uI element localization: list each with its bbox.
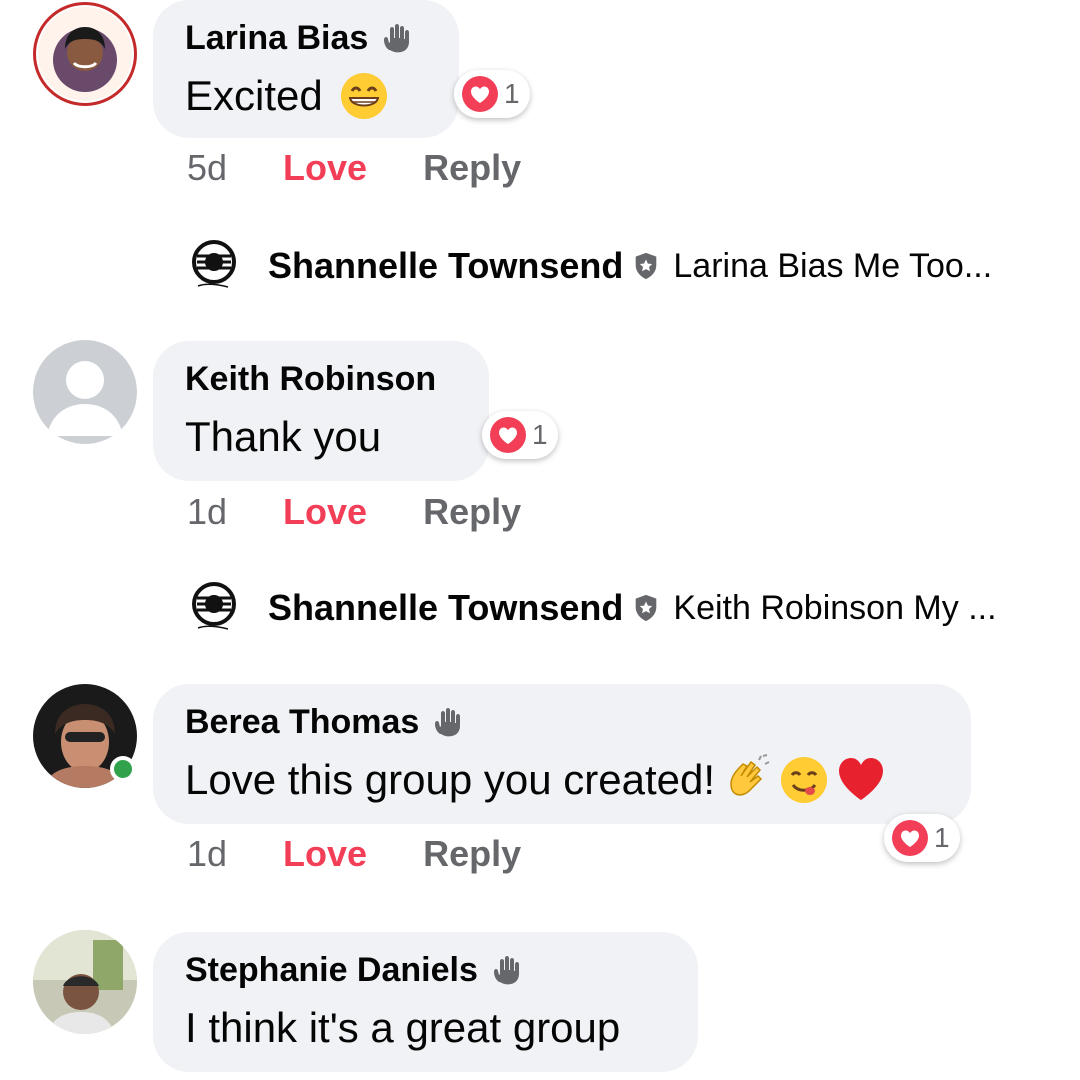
timestamp[interactable]: 5d xyxy=(187,147,227,189)
reply-button[interactable]: Reply xyxy=(423,491,521,533)
comment-bubble: Berea Thomas Love this group you created… xyxy=(153,684,971,824)
commenter-name-text[interactable]: Keith Robinson xyxy=(185,357,436,401)
commenter-name-text[interactable]: Larina Bias xyxy=(185,16,368,60)
reply-author[interactable]: Shannelle Townsend xyxy=(268,245,623,287)
avatar[interactable] xyxy=(33,340,137,444)
comment-text: Love this group you created! xyxy=(185,752,939,808)
comment-text: I think it's a great group xyxy=(185,1000,666,1056)
online-status-indicator xyxy=(110,756,136,782)
shield-star-icon xyxy=(631,593,661,623)
love-button[interactable]: Love xyxy=(283,147,367,189)
comment-text-content: Excited xyxy=(185,72,323,119)
comment-text-content: I think it's a great group xyxy=(185,1004,621,1051)
comment-actions: 5d Love Reply xyxy=(187,146,577,190)
love-button[interactable]: Love xyxy=(283,491,367,533)
reply-avatar[interactable] xyxy=(186,578,246,638)
reaction-count: 1 xyxy=(934,822,950,853)
wave-hand-icon xyxy=(490,954,522,986)
commenter-name[interactable]: Berea Thomas xyxy=(185,700,939,744)
love-button[interactable]: Love xyxy=(283,833,367,875)
clapping-hands-emoji-icon xyxy=(721,754,773,806)
reply-button[interactable]: Reply xyxy=(423,833,521,875)
commenter-name[interactable]: Keith Robinson xyxy=(185,357,457,401)
grinning-face-emoji-icon xyxy=(339,71,389,121)
comment-actions: 1d Love Reply xyxy=(187,490,577,534)
reply-avatar[interactable] xyxy=(186,236,246,296)
love-reaction-count[interactable]: 1 xyxy=(884,814,960,862)
comment-bubble: Larina Bias Excited xyxy=(153,0,459,138)
commenter-name-text[interactable]: Stephanie Daniels xyxy=(185,948,478,992)
reply-snippet[interactable]: Larina Bias Me Too... xyxy=(673,247,992,286)
comment-bubble: Keith Robinson Thank you xyxy=(153,341,489,481)
comment-bubble: Stephanie Daniels I think it's a great g… xyxy=(153,932,698,1072)
reaction-count: 1 xyxy=(504,78,520,109)
reply-preview[interactable]: Shannelle Townsend Keith Robinson My ... xyxy=(186,578,997,638)
shield-star-icon xyxy=(631,251,661,281)
wave-hand-icon xyxy=(431,706,463,738)
timestamp[interactable]: 1d xyxy=(187,833,227,875)
comment-text-content: Thank you xyxy=(185,413,382,460)
heart-reaction-icon xyxy=(460,74,500,114)
avatar[interactable] xyxy=(33,930,137,1034)
reply-author[interactable]: Shannelle Townsend xyxy=(268,587,623,629)
timestamp[interactable]: 1d xyxy=(187,491,227,533)
love-reaction-count[interactable]: 1 xyxy=(454,70,530,118)
reply-snippet[interactable]: Keith Robinson My ... xyxy=(673,589,996,628)
commenter-name-text[interactable]: Berea Thomas xyxy=(185,700,419,744)
face-savoring-food-emoji-icon xyxy=(779,755,829,805)
red-heart-emoji-icon xyxy=(835,754,887,806)
comment-text-content: Love this group you created! xyxy=(185,756,716,803)
reaction-count: 1 xyxy=(532,419,548,450)
reply-preview[interactable]: Shannelle Townsend Larina Bias Me Too... xyxy=(186,236,992,296)
commenter-name[interactable]: Larina Bias xyxy=(185,16,427,60)
love-reaction-count[interactable]: 1 xyxy=(482,411,558,459)
wave-hand-icon xyxy=(380,22,412,54)
commenter-name[interactable]: Stephanie Daniels xyxy=(185,948,666,992)
heart-reaction-icon xyxy=(890,818,930,858)
avatar[interactable] xyxy=(33,2,137,106)
reply-button[interactable]: Reply xyxy=(423,147,521,189)
comment-text: Thank you xyxy=(185,409,457,465)
comment-text: Excited xyxy=(185,68,427,124)
heart-reaction-icon xyxy=(488,415,528,455)
comment-actions: 1d Love Reply xyxy=(187,832,577,876)
